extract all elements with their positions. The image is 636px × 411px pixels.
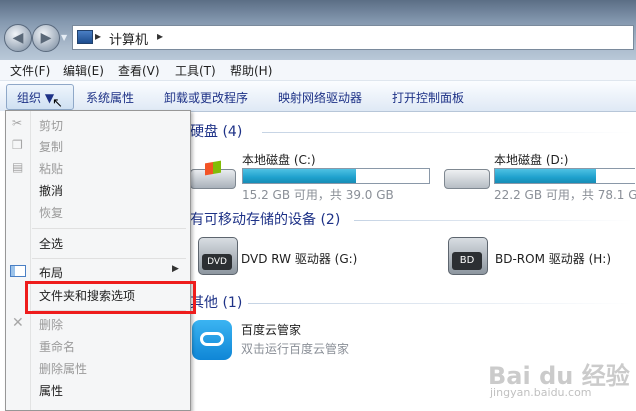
group-removable[interactable]: 有可移动存储的设备 (2) xyxy=(190,209,340,229)
organize-dropdown-menu: ✂ 剪切 ❐ 复制 ▤ 粘贴 撤消 恢复 全选 布局 ▶ 文件夹和搜索选项 ✕ … xyxy=(5,110,191,411)
layout-icon xyxy=(10,265,26,277)
menu-item-undo[interactable]: 撤消 xyxy=(39,182,63,199)
drive-g-name: DVD RW 驱动器 (G:) xyxy=(241,252,358,266)
drive-g[interactable]: DVD DVD RW 驱动器 (G:) xyxy=(194,233,394,277)
drive-c-name: 本地磁盘 (C:) xyxy=(242,153,316,167)
menu-item-properties[interactable]: 属性 xyxy=(39,382,63,399)
menu-item-copy[interactable]: 复制 xyxy=(39,138,63,155)
drive-c-space: 15.2 GB 可用，共 39.0 GB xyxy=(242,188,394,202)
baidu-cloud-desc: 双击运行百度云管家 xyxy=(241,342,350,356)
group-divider xyxy=(248,303,632,304)
baidu-cloud-icon xyxy=(192,320,232,360)
drive-d-name: 本地磁盘 (D:) xyxy=(494,153,569,167)
submenu-arrow-icon: ▶ xyxy=(172,264,179,274)
forward-arrow-icon: ▶ xyxy=(40,30,52,46)
bd-badge: BD xyxy=(452,252,482,270)
command-bar: 组织 ▼ ↖ 系统属性 卸载或更改程序 映射网络驱动器 打开控制面板 xyxy=(0,81,636,112)
clipboard-icon: ▤ xyxy=(12,160,24,174)
menu-item-layout[interactable]: 布局 xyxy=(39,264,63,281)
drive-d-usage-bar xyxy=(494,168,635,184)
menu-separator xyxy=(32,258,186,259)
dvd-drive-icon: DVD xyxy=(198,237,238,275)
menu-help[interactable]: 帮助(H) xyxy=(230,62,272,79)
address-bar[interactable]: ▸ 计算机 ▸ xyxy=(72,25,634,50)
system-properties-button[interactable]: 系统属性 xyxy=(86,89,134,106)
menu-item-rename[interactable]: 重命名 xyxy=(39,338,75,355)
group-divider xyxy=(262,132,632,133)
menu-tools[interactable]: 工具(T) xyxy=(175,62,216,79)
drive-h[interactable]: BD BD-ROM 驱动器 (H:) xyxy=(444,233,634,277)
menu-item-cut[interactable]: 剪切 xyxy=(39,117,63,134)
breadcrumb-arrow-icon: ▸ xyxy=(95,29,102,43)
bd-drive-icon: BD xyxy=(448,237,488,275)
map-network-drive-button[interactable]: 映射网络驱动器 xyxy=(278,89,362,106)
drive-d-space: 22.2 GB 可用，共 78.1 GB xyxy=(494,188,636,202)
organize-button[interactable]: 组织 ▼ xyxy=(6,84,74,110)
uninstall-program-button[interactable]: 卸载或更改程序 xyxy=(164,89,248,106)
windows-logo-icon xyxy=(205,160,221,176)
copy-icon: ❐ xyxy=(12,138,23,152)
menu-item-paste[interactable]: 粘贴 xyxy=(39,160,63,177)
menu-edit[interactable]: 编辑(E) xyxy=(63,62,104,79)
drive-c-usage-fill xyxy=(243,169,357,183)
drive-h-name: BD-ROM 驱动器 (H:) xyxy=(495,252,611,266)
cloud-shape xyxy=(200,332,224,346)
highlight-box xyxy=(25,281,196,314)
menu-view[interactable]: 查看(V) xyxy=(118,62,160,79)
menu-item-delete[interactable]: 删除 xyxy=(39,316,63,333)
breadcrumb-arrow-icon[interactable]: ▸ xyxy=(157,29,163,43)
baidu-jingyan-watermark: Bai du 经验 jingyan.baidu.com xyxy=(466,356,631,404)
delete-x-icon: ✕ xyxy=(12,315,24,331)
watermark-url: jingyan.baidu.com xyxy=(490,386,592,399)
organize-label: 组织 ▼ xyxy=(17,91,55,105)
hard-disk-icon xyxy=(190,160,236,189)
back-arrow-icon: ◀ xyxy=(12,30,24,46)
drive-d[interactable]: 本地磁盘 (D:) 22.2 GB 可用，共 78.1 GB xyxy=(442,147,636,202)
baidu-cloud-item[interactable]: 百度云管家 双击运行百度云管家 xyxy=(190,318,450,364)
mouse-cursor-icon: ↖ xyxy=(52,96,63,111)
menu-bar: 文件(F) 编辑(E) 查看(V) 工具(T) 帮助(H) xyxy=(0,60,636,81)
menu-item-remove-properties[interactable]: 删除属性 xyxy=(39,360,87,377)
breadcrumb-computer[interactable]: 计算机 xyxy=(109,29,148,48)
dvd-badge: DVD xyxy=(202,254,232,270)
recent-pages-icon[interactable]: ▼ xyxy=(61,33,67,42)
hard-disk-icon xyxy=(444,169,490,189)
menu-item-select-all[interactable]: 全选 xyxy=(39,235,63,252)
computer-icon xyxy=(77,30,93,44)
menu-item-redo[interactable]: 恢复 xyxy=(39,204,63,221)
drive-c-usage-bar xyxy=(242,168,430,184)
menu-gutter xyxy=(30,111,31,410)
back-button[interactable]: ◀ xyxy=(4,24,32,52)
open-control-panel-button[interactable]: 打开控制面板 xyxy=(392,89,464,106)
menu-separator xyxy=(32,228,186,229)
forward-button[interactable]: ▶ xyxy=(32,24,60,52)
group-divider xyxy=(354,220,632,221)
baidu-cloud-name: 百度云管家 xyxy=(241,323,302,337)
group-other[interactable]: 其他 (1) xyxy=(190,292,242,312)
drive-c[interactable]: 本地磁盘 (C:) 15.2 GB 可用，共 39.0 GB xyxy=(190,147,430,202)
menu-file[interactable]: 文件(F) xyxy=(10,62,50,79)
group-hard-disks[interactable]: 硬盘 (4) xyxy=(190,121,242,141)
scissors-icon: ✂ xyxy=(12,116,23,130)
drive-d-usage-fill xyxy=(495,169,596,183)
title-bar: ◀ ▶ ▼ ▸ 计算机 ▸ xyxy=(0,0,636,60)
